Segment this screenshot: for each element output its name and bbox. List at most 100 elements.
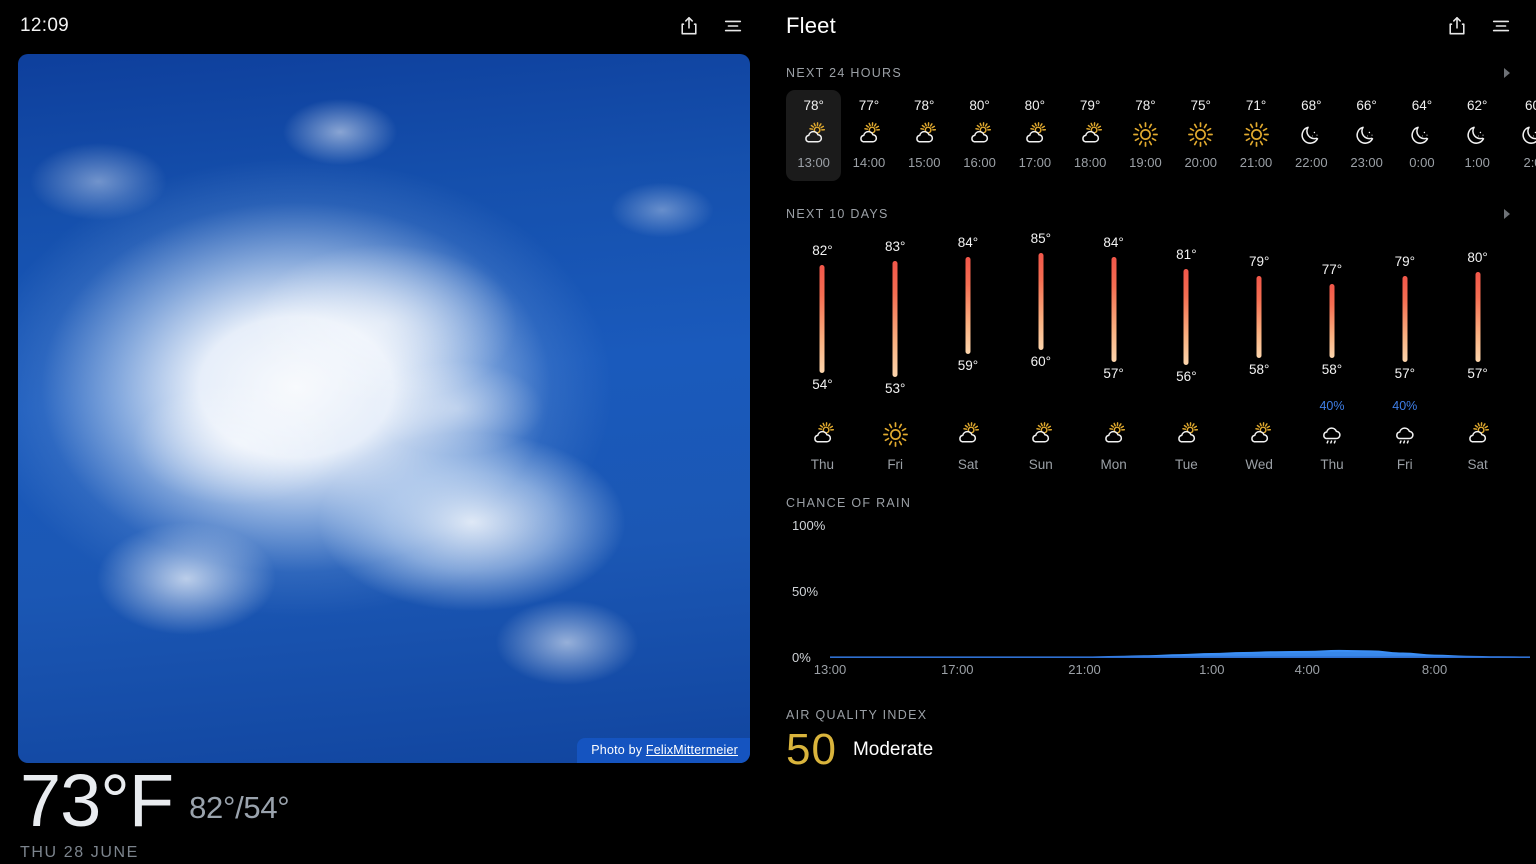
day-high-temp: 80°: [1467, 250, 1488, 266]
day-temp-bar-area: 84° 59°: [932, 227, 1005, 399]
day-column[interactable]: 85° 60° Sun: [1004, 227, 1077, 472]
day-precip-chance: [1077, 399, 1150, 415]
day-temp-bar: [1111, 256, 1117, 362]
rain-chart-section: CHANCE OF RAIN 13:00 17:00 21:00 1:00 4:00 8:…: [768, 496, 1536, 686]
day-temp-bar-area: 83° 53°: [859, 227, 932, 399]
sunny-icon: [859, 415, 932, 453]
page-title: Fleet: [786, 13, 836, 38]
day-precip-chance: 40%: [1319, 399, 1345, 413]
day-column[interactable]: 80° 57° Sat: [1441, 227, 1514, 472]
hour-cell[interactable]: 71° 21:00: [1228, 90, 1283, 181]
photo-credit: Photo by FelixMittermeier: [577, 738, 750, 763]
day-column[interactable]: 81° 56° Tue: [1150, 227, 1223, 472]
day-temp-bar: [1329, 284, 1335, 358]
hour-temp: 78°: [803, 98, 824, 113]
hour-cell[interactable]: 68° 22:00: [1284, 90, 1339, 181]
day-label: Fri: [887, 457, 904, 472]
day-precip-chance: [1150, 399, 1223, 415]
day-column[interactable]: 82° 54° Thu: [786, 227, 859, 472]
daily-forecast-strip[interactable]: 82° 54° Thu 83° 53° Fri 84° 59° Sat 85° …: [768, 227, 1536, 472]
day-precip-chance: [932, 399, 1005, 415]
rain-y-tick-label: 0%: [792, 650, 811, 665]
hour-time: 16:00: [963, 155, 996, 170]
day-low-temp: 58°: [1248, 361, 1270, 377]
hour-cell[interactable]: 75° 20:00: [1173, 90, 1228, 181]
hour-cell[interactable]: 80° 17:00: [1007, 90, 1062, 181]
day-column[interactable]: 79° 57° 40% Fri: [1368, 227, 1441, 472]
aqi-level-label: Moderate: [852, 739, 934, 760]
hour-cell[interactable]: 78° 15:00: [897, 90, 952, 181]
day-column[interactable]: 84° 59° Sat: [932, 227, 1005, 472]
clear-night-icon: [1394, 113, 1449, 155]
rain-y-tick-label: 50%: [792, 584, 819, 599]
clear-night-icon: [1505, 113, 1536, 155]
partly-cloudy-icon: [952, 113, 1007, 155]
partly-cloudy-icon: [897, 113, 952, 155]
photo-credit-author-link[interactable]: FelixMittermeier: [646, 743, 738, 757]
hour-temp: 75°: [1190, 98, 1211, 113]
day-temp-bar-area: 80° 57°: [1441, 227, 1514, 399]
day-precip-chance: [786, 399, 859, 415]
hourly-section-header[interactable]: NEXT 24 HOURS: [768, 66, 1536, 80]
day-temp-bar: [1256, 276, 1262, 358]
current-date: THU 28 JUNE: [20, 844, 139, 861]
day-column[interactable]: 84° 57° Mon: [1077, 227, 1150, 472]
chevron-right-icon[interactable]: [1504, 209, 1510, 219]
hour-cell[interactable]: 78° 13:00: [786, 90, 842, 181]
hour-time: 14:00: [852, 155, 886, 170]
aqi-section-title: AIR QUALITY INDEX: [786, 708, 928, 722]
weather-app: 12:09 Photo by FelixMittermeier 73°F 82°…: [0, 0, 1536, 864]
hour-time: 17:00: [1018, 155, 1052, 170]
day-temp-bar: [1475, 272, 1481, 362]
hamburger-menu-icon[interactable]: [722, 15, 744, 37]
partly-cloudy-icon: [932, 415, 1005, 453]
hour-cell[interactable]: 79° 18:00: [1062, 90, 1117, 181]
partly-cloudy-icon: [1077, 415, 1150, 453]
aqi-value: 50: [786, 725, 837, 774]
day-temp-bar-area: 79° 58°: [1223, 227, 1296, 399]
clear-night-icon: [1339, 113, 1394, 155]
day-low-temp: 56°: [1176, 369, 1197, 385]
day-column[interactable]: 77° 58° 40% Thu: [1296, 227, 1369, 472]
hour-cell[interactable]: 64° 0:00: [1394, 90, 1449, 181]
hour-time: 18:00: [1073, 155, 1107, 170]
day-label: Fri: [1396, 457, 1413, 472]
rain-x-tick-label: 13:00: [813, 662, 847, 677]
today-high-low: 82°/54°: [189, 790, 290, 825]
partly-cloudy-icon: [1062, 113, 1117, 155]
hour-time: 21:00: [1239, 155, 1273, 170]
rain-x-tick-label: 21:00: [1068, 662, 1101, 677]
share-icon[interactable]: [678, 15, 700, 37]
hour-cell[interactable]: 77° 14:00: [841, 90, 896, 181]
hour-time: 1:00: [1464, 155, 1490, 170]
day-low-temp: 57°: [1467, 365, 1488, 381]
share-icon[interactable]: [1446, 15, 1468, 37]
partly-cloudy-icon: [1007, 113, 1062, 155]
sunny-icon: [1228, 113, 1283, 155]
background-photo: Photo by FelixMittermeier: [18, 54, 750, 763]
day-temp-bar-area: 79° 57°: [1368, 227, 1441, 399]
hamburger-menu-icon[interactable]: [1490, 15, 1512, 37]
hour-cell[interactable]: 60 2:0: [1505, 90, 1536, 181]
hour-cell[interactable]: 62° 1:00: [1450, 90, 1505, 181]
day-column[interactable]: 83° 53° Fri: [859, 227, 932, 472]
hour-cell[interactable]: 66° 23:00: [1339, 90, 1394, 181]
hour-time: 20:00: [1184, 155, 1217, 170]
day-precip-chance: [1441, 399, 1514, 415]
rain-section-title: CHANCE OF RAIN: [786, 496, 912, 510]
day-temp-bar: [819, 264, 825, 374]
left-topbar: 12:09: [0, 0, 768, 52]
day-high-temp: 79°: [1248, 254, 1270, 270]
hour-cell[interactable]: 80° 16:00: [952, 90, 1007, 181]
rain-x-tick-label: 8:00: [1421, 662, 1448, 677]
day-precip-chance: [1223, 399, 1296, 415]
right-topbar-actions: [1446, 15, 1512, 37]
day-column[interactable]: 79° 58° Wed: [1223, 227, 1296, 472]
hour-temp: 71°: [1245, 98, 1267, 113]
hour-cell[interactable]: 78° 19:00: [1118, 90, 1173, 181]
clear-night-icon: [1284, 113, 1339, 155]
hour-temp: 60: [1524, 98, 1536, 113]
chevron-right-icon[interactable]: [1504, 68, 1510, 78]
hourly-forecast-strip[interactable]: 78° 13:00 77° 14:00 78° 15:00 80° 16:00 80° …: [768, 90, 1536, 181]
daily-section-header[interactable]: NEXT 10 DAYS: [768, 207, 1536, 221]
